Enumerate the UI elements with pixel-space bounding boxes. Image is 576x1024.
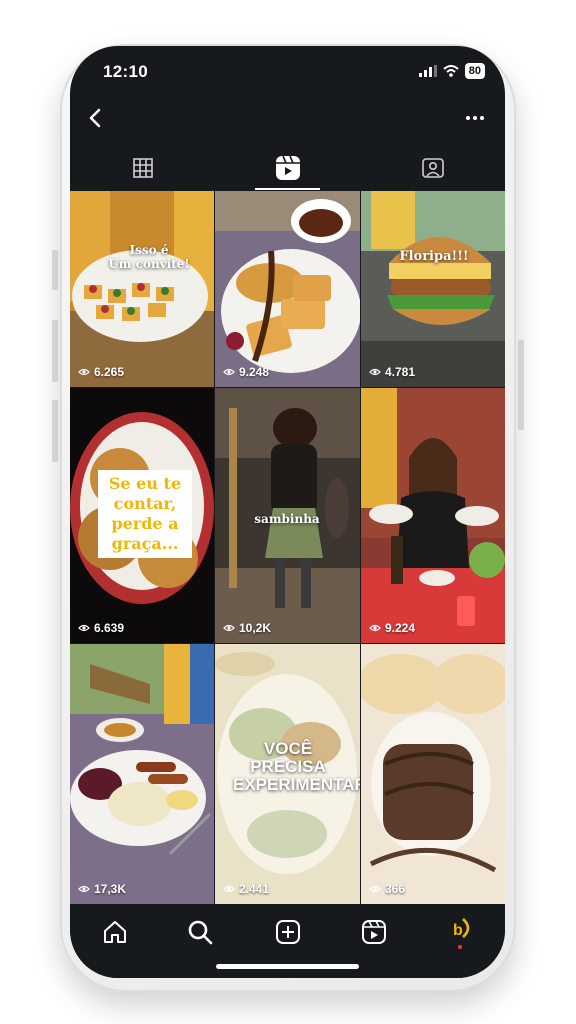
status-bar: 12:10 80 <box>70 46 505 94</box>
reel-image <box>215 191 360 387</box>
eye-icon <box>223 368 235 376</box>
battery-indicator: 80 <box>464 63 485 79</box>
view-count: 2.441 <box>223 882 269 896</box>
tab-grid[interactable] <box>70 146 215 190</box>
view-count: 366 <box>369 882 405 896</box>
eye-icon <box>78 368 90 376</box>
status-time: 12:10 <box>103 62 148 81</box>
reel-image <box>361 388 505 643</box>
view-count-label: 366 <box>385 882 406 896</box>
reel-overlay-text: Isso é Um convite! <box>108 243 190 271</box>
view-count: 10,2K <box>223 621 271 635</box>
status-icons: 80 <box>418 63 485 79</box>
view-count-label: 10,2K <box>239 621 272 635</box>
eye-icon <box>223 885 235 893</box>
view-count-label: 6.265 <box>94 365 125 379</box>
reel-overlay-text: VOCÊ PRECISA EXPERIMENTAR! <box>233 739 360 794</box>
reel-thumbnail[interactable]: 366 <box>361 644 505 904</box>
reel-thumbnail[interactable]: 17,3K <box>70 644 214 904</box>
view-count: 4.781 <box>369 365 415 379</box>
view-count: 6.265 <box>78 365 124 379</box>
eye-icon <box>369 885 381 893</box>
nav-create[interactable] <box>268 912 308 952</box>
grid-icon <box>132 158 153 178</box>
reel-overlay-text: Se eu te contar, perde a graça... <box>98 470 192 558</box>
view-count: 6.639 <box>78 621 124 635</box>
nav-home[interactable] <box>95 912 135 952</box>
view-count-label: 17,3K <box>94 882 127 896</box>
chevron-left-icon <box>89 108 101 128</box>
reel-image <box>70 644 214 904</box>
more-options-button[interactable] <box>459 102 491 134</box>
phone-screen: 12:10 80 Isso é Um convite! 6.265 9.248 … <box>70 46 505 978</box>
volume-up-button <box>52 320 58 382</box>
active-tab-indicator <box>255 188 320 190</box>
reel-thumbnail[interactable]: Isso é Um convite! 6.265 <box>70 191 214 387</box>
eye-icon <box>369 624 381 632</box>
eye-icon <box>78 624 90 632</box>
reel-image <box>361 644 505 904</box>
reel-thumbnail[interactable]: sambinha 10,2K <box>215 388 360 643</box>
tab-tagged[interactable] <box>360 146 505 190</box>
view-count-label: 6.639 <box>94 621 125 635</box>
back-button[interactable] <box>80 102 112 134</box>
nav-reels[interactable] <box>354 912 394 952</box>
nav-profile[interactable]: b <box>440 912 480 952</box>
reel-image <box>361 191 505 387</box>
tab-reels[interactable] <box>215 146 360 190</box>
eye-icon <box>78 885 90 893</box>
view-count-label: 9.224 <box>385 621 416 635</box>
reel-thumbnail[interactable]: 9.224 <box>361 388 505 643</box>
reels-grid: Isso é Um convite! 6.265 9.248 Floripa!!… <box>70 191 505 904</box>
wifi-icon <box>443 65 459 77</box>
view-count-label: 9.248 <box>239 365 270 379</box>
top-bar <box>70 98 505 138</box>
power-button <box>518 340 524 430</box>
volume-down-button <box>52 400 58 462</box>
reel-overlay-text: sambinha <box>254 512 320 526</box>
nav-search[interactable] <box>180 912 220 952</box>
reel-thumbnail[interactable]: Floripa!!! 4.781 <box>361 191 505 387</box>
view-count: 9.224 <box>369 621 415 635</box>
profile-avatar: b <box>447 915 473 949</box>
signal-icon <box>418 65 437 77</box>
view-count: 17,3K <box>78 882 126 896</box>
mute-switch <box>52 250 58 290</box>
more-icon <box>466 116 484 120</box>
home-indicator[interactable] <box>216 964 359 969</box>
create-icon <box>276 920 300 944</box>
reel-thumbnail[interactable]: 9.248 <box>215 191 360 387</box>
eye-icon <box>223 624 235 632</box>
reels-icon <box>275 155 300 180</box>
svg-text:b: b <box>453 922 463 939</box>
view-count-label: 4.781 <box>385 365 416 379</box>
home-icon <box>104 921 126 943</box>
tagged-icon <box>421 158 444 178</box>
view-count: 9.248 <box>223 365 269 379</box>
reel-image <box>70 191 214 387</box>
reel-overlay-text: Floripa!!! <box>399 249 469 264</box>
reel-thumbnail[interactable]: VOCÊ PRECISA EXPERIMENTAR! 2.441 <box>215 644 360 904</box>
view-count-label: 2.441 <box>239 882 270 896</box>
profile-tabs <box>70 146 505 190</box>
search-icon <box>188 920 213 945</box>
reel-thumbnail[interactable]: Se eu te contar, perde a graça... 6.639 <box>70 388 214 643</box>
eye-icon <box>369 368 381 376</box>
reels-icon <box>362 920 386 944</box>
